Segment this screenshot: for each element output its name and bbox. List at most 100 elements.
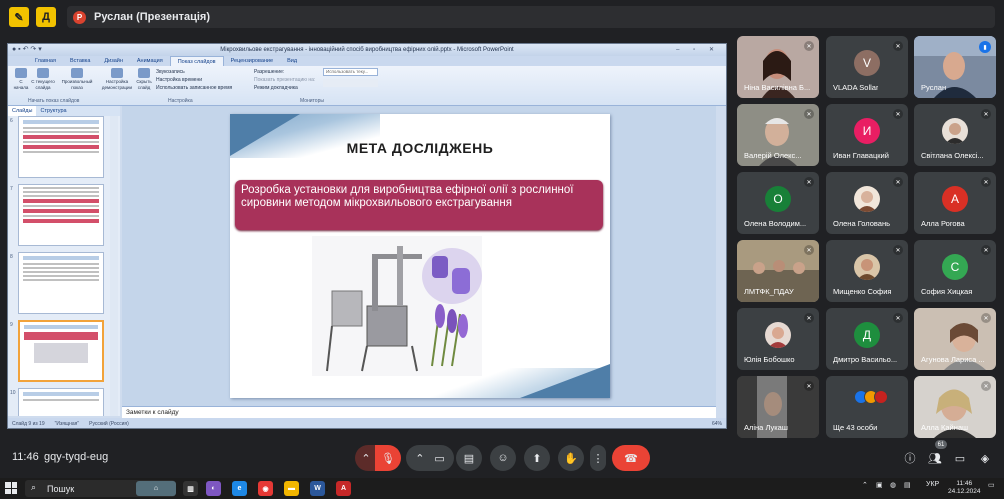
custom-show-button[interactable]: Произвольный показ	[58, 68, 96, 91]
chat-button[interactable]: ▭	[951, 449, 969, 467]
quick-access-toolbar[interactable]: ● ▪ ↶ ↷ ▾	[12, 45, 42, 53]
slide-title: МЕТА ДОСЛІДЖЕНЬ	[346, 140, 494, 156]
system-clock[interactable]: 11:46 24.12.2024	[948, 480, 981, 496]
participant-tile[interactable]: ✕ ЛМТФК_ПДАУ	[737, 240, 819, 302]
participant-tile[interactable]: ✕ Аліна Лукаш	[737, 376, 819, 438]
participant-avatar: О	[765, 186, 791, 212]
speaking-indicator-icon: ▮	[979, 41, 991, 53]
tab-design[interactable]: Дизайн	[97, 56, 130, 66]
more-vertical-icon: ⋮	[592, 452, 604, 465]
thumb-number: 8	[10, 254, 13, 260]
slide-thumbnail[interactable]	[18, 252, 104, 314]
shared-screen: ● ▪ ↶ ↷ ▾ Мікрохвильове екстрагування - …	[7, 43, 727, 429]
participant-tile[interactable]: И ✕ Иван Главацкий	[826, 104, 908, 166]
start-button[interactable]	[5, 482, 17, 494]
tab-home[interactable]: Главная	[28, 56, 63, 66]
from-start-button[interactable]: С начала	[12, 68, 30, 91]
raise-hand-button[interactable]: ✋	[558, 445, 584, 471]
participant-tile[interactable]: V ✕ VLADA Sollar	[826, 36, 908, 98]
resolution-combo[interactable]: Использовать теку...	[323, 68, 378, 76]
participant-name: Алла Кайнаш	[921, 423, 969, 432]
opt-resolution[interactable]: Разрешение:	[254, 69, 284, 75]
copilot-icon[interactable]: ◐	[206, 481, 221, 496]
activities-button[interactable]: ◈	[976, 449, 994, 467]
slide-thumbnail[interactable]	[18, 388, 104, 416]
zoom-level[interactable]: 64%	[712, 421, 722, 427]
tray-app-icon[interactable]: ▤	[904, 481, 911, 489]
tray-app-icon[interactable]: ◍	[890, 481, 896, 489]
camera-button[interactable]: ⌃ ▭	[406, 445, 454, 471]
tab-animation[interactable]: Анимация	[130, 56, 170, 66]
tab-review[interactable]: Рецензирование	[224, 56, 280, 66]
activities-icon: ◈	[980, 452, 990, 465]
leave-call-button[interactable]: ☎	[612, 445, 650, 471]
participant-tile[interactable]: С ✕ София Хицкая	[914, 240, 996, 302]
edge-icon[interactable]: e	[232, 481, 247, 496]
participant-tile[interactable]: О ✕ Олена Володим...	[737, 172, 819, 234]
participant-tile[interactable]: ✕ Юлія Бобошко	[737, 308, 819, 370]
people-icon: 👥︎	[928, 452, 942, 465]
mic-off-icon: ✕	[804, 313, 814, 323]
participant-tile[interactable]: ▮ Руслан	[914, 36, 996, 98]
participant-tile[interactable]: ✕ Агунова Лариса ...	[914, 308, 996, 370]
slide-thumbnail[interactable]	[18, 184, 104, 246]
tab-slides[interactable]: Слайды	[8, 106, 37, 116]
audio-options-button[interactable]: ⌃	[355, 445, 377, 471]
hide-slide-button[interactable]: Скрыть слайд	[134, 68, 154, 91]
weather-widget-icon[interactable]: ⌂	[136, 481, 176, 496]
participant-name: София Хицкая	[921, 287, 973, 296]
slide-notes[interactable]: Заметки к слайду	[122, 406, 716, 418]
tab-slideshow[interactable]: Показ слайдов	[169, 56, 224, 66]
sticky-notes-icon[interactable]: ✎	[9, 7, 29, 27]
opt-presenter-view[interactable]: Режим докладчика	[254, 85, 298, 91]
from-current-button[interactable]: С текущего слайда	[30, 68, 56, 91]
tab-insert[interactable]: Вставка	[63, 56, 97, 66]
reactions-button[interactable]: ☺	[490, 445, 516, 471]
word-icon[interactable]: W	[310, 481, 325, 496]
captions-button[interactable]: ▤	[456, 445, 482, 471]
group-start-label: Начать показ слайдов	[28, 98, 80, 104]
tab-view[interactable]: Вид	[280, 56, 304, 66]
file-explorer-icon[interactable]: ▬	[284, 481, 299, 496]
slide-thumbnail-selected[interactable]	[18, 320, 104, 382]
thumbnails-scrollbar[interactable]	[110, 116, 118, 416]
chrome-icon[interactable]: ◉	[258, 481, 273, 496]
task-view-icon[interactable]: ▥	[183, 481, 198, 496]
tray-app-icon[interactable]: ▣	[876, 481, 883, 489]
tray-chevron-icon[interactable]: ⌃	[862, 481, 868, 489]
opt-timings[interactable]: Настройка времени	[156, 77, 202, 83]
people-button[interactable]: 👥︎	[926, 449, 944, 467]
participant-tile[interactable]: ✕ Мищенко София	[826, 240, 908, 302]
document-icon[interactable]: Д	[36, 7, 56, 27]
chat-icon: ▭	[954, 452, 966, 465]
present-button[interactable]: ⬆	[524, 445, 550, 471]
slide-thumbnail[interactable]	[18, 116, 104, 178]
setup-show-button[interactable]: Настройка демонстрации	[100, 68, 134, 91]
participant-tile[interactable]: ✕ Алла Кайнаш	[914, 376, 996, 438]
opt-show-on[interactable]: Показать презентацию на:	[254, 77, 315, 83]
participant-tile[interactable]: ✕ Світлана Олексі...	[914, 104, 996, 166]
participant-tile[interactable]: Д ✕ Дмитро Васильо...	[826, 308, 908, 370]
show-on-combo[interactable]	[323, 79, 378, 87]
opt-use-timings[interactable]: Использовать записанное время	[156, 85, 232, 91]
top-bar: ✎ Д Р Руслан (Презентація)	[0, 0, 1004, 34]
window-buttons[interactable]: ‒ ▫ ✕	[676, 46, 720, 53]
participant-tile[interactable]: ✕ Ніна Василівна Б...	[737, 36, 819, 98]
notifications-icon[interactable]: ▭	[988, 481, 995, 489]
participant-tile-more[interactable]: Ще 43 особи	[826, 376, 908, 438]
meeting-details-button[interactable]: ⓘ	[901, 449, 919, 467]
more-participants-avatars	[854, 390, 888, 404]
participant-tile[interactable]: А ✕ Алла Рогова	[914, 172, 996, 234]
acrobat-icon[interactable]: A	[336, 481, 351, 496]
keyboard-language[interactable]: УКР	[926, 481, 939, 488]
more-options-button[interactable]: ⋮	[590, 445, 606, 471]
captions-icon: ▤	[463, 452, 475, 465]
opt-record[interactable]: Звукозапись	[156, 69, 185, 75]
microphone-button[interactable]: 🎙︎	[375, 445, 401, 471]
presenter-chip[interactable]: Р Руслан (Презентація)	[67, 6, 995, 28]
participant-tile[interactable]: ✕ Валерій Олекс...	[737, 104, 819, 166]
participant-tile[interactable]: ✕ Олена Головань	[826, 172, 908, 234]
mic-off-icon: ✕	[893, 177, 903, 187]
meeting-code[interactable]: gqy-tyqd-eug	[44, 451, 108, 463]
tab-outline[interactable]: Структура	[36, 106, 70, 116]
